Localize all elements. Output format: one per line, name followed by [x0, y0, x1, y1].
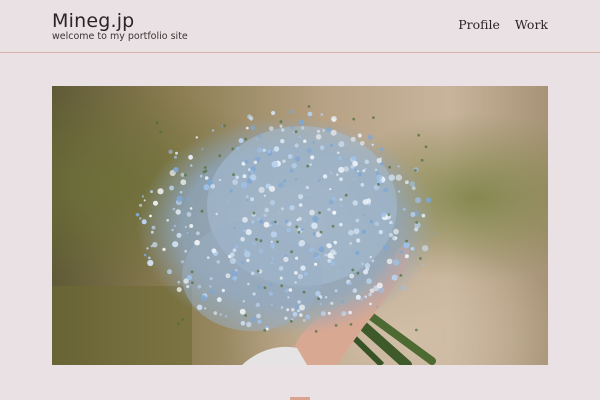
nav-link-profile[interactable]: Profile — [458, 17, 500, 33]
main-nav: Profile Work — [458, 17, 548, 33]
site-tagline: welcome to my portfolio site — [52, 31, 188, 42]
hero-image — [52, 86, 548, 365]
site-title-link[interactable]: Mineg.jp — [52, 10, 134, 32]
nav-link-work[interactable]: Work — [515, 17, 548, 33]
site-header: Mineg.jp welcome to my portfolio site Pr… — [0, 0, 600, 53]
bouquet-photo — [52, 86, 548, 365]
